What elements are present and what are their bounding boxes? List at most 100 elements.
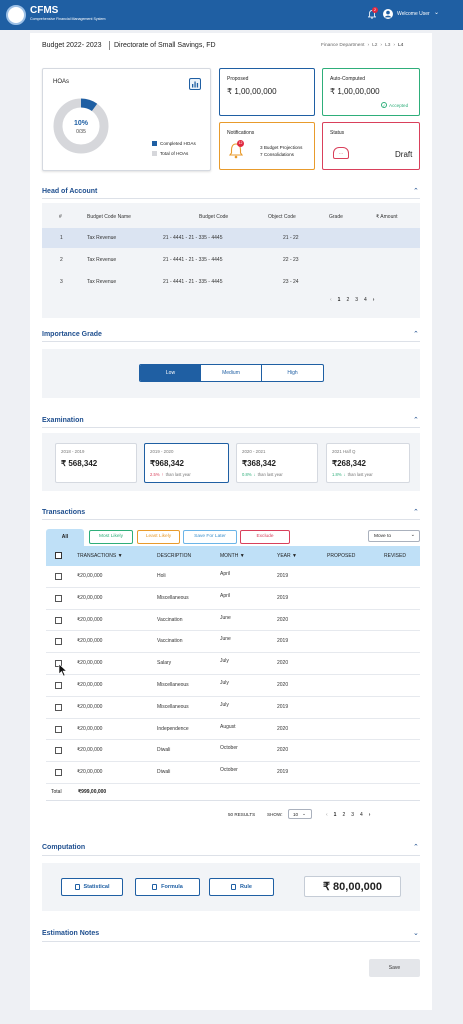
row-checkbox[interactable]	[55, 747, 62, 755]
filter-icon[interactable]: ▼	[292, 553, 297, 559]
page-number[interactable]: 2	[346, 297, 349, 303]
page-number[interactable]: 1	[338, 297, 341, 303]
table-row[interactable]: ₹20,00,000 Miscellaneous July 2020	[46, 675, 420, 697]
tab-most-likely[interactable]: Most Likely	[89, 530, 133, 544]
breadcrumb: Finance Department › L2 › L3 › L4	[321, 43, 404, 48]
chevron-down-icon: ⌄	[302, 811, 306, 816]
chevron-up-icon[interactable]: ⌃	[413, 187, 419, 195]
exam-card[interactable]: 2021 Half Q ₹268,342 1.8% ↓ than last ye…	[326, 443, 410, 483]
chevron-up-icon[interactable]: ⌃	[413, 843, 419, 851]
chevron-up-icon[interactable]: ⌃	[413, 416, 419, 424]
table-row[interactable]: ₹20,00,000 Diwali October 2020	[46, 740, 420, 763]
chevron-up-icon[interactable]: ⌃	[413, 508, 419, 516]
estimation-notes-title: Estimation Notes	[42, 930, 100, 937]
transaction-amount: ₹20,00,000	[77, 682, 103, 688]
page-number[interactable]: 4	[360, 812, 363, 818]
table-row[interactable]: ₹20,00,000 Diwali October 2019	[46, 762, 420, 784]
tab-exclude[interactable]: Exclude	[240, 530, 290, 544]
transaction-month: July	[220, 658, 229, 665]
tab-all[interactable]: All	[46, 529, 84, 546]
proposed-card[interactable]: Proposed ₹ 1,00,00,000	[219, 68, 315, 116]
chart-icon[interactable]	[189, 78, 201, 90]
next-page-icon[interactable]: ›	[373, 297, 375, 303]
breadcrumb-item[interactable]: Finance Department	[321, 43, 364, 48]
rule-button[interactable]: Rule	[209, 878, 274, 896]
page-number[interactable]: 1	[334, 812, 337, 818]
transaction-month: June	[220, 636, 231, 643]
tab-save-for-later[interactable]: Save For Later	[183, 530, 237, 544]
exam-card[interactable]: 2020 - 2021 ₹368,342 0.8% ↓ than last ye…	[236, 443, 318, 483]
formula-button[interactable]: Formula	[135, 878, 200, 896]
filter-icon[interactable]: ▼	[118, 553, 123, 559]
transaction-description: Holi	[157, 573, 166, 579]
transaction-month: August	[220, 723, 236, 730]
tab-least-likely[interactable]: Least Likely	[137, 530, 180, 544]
grade-low-button[interactable]: Low	[140, 365, 201, 381]
page-number[interactable]: 3	[355, 297, 358, 303]
col-year[interactable]: YEAR ▼	[277, 553, 297, 559]
notifications-card[interactable]: Notifications 12 3 Budget Projections 7 …	[219, 122, 315, 170]
grade-high-button[interactable]: High	[262, 365, 323, 381]
filter-icon[interactable]: ▼	[240, 553, 245, 559]
page-number[interactable]: 2	[342, 812, 345, 818]
breadcrumb-item[interactable]: L3	[385, 43, 390, 48]
row-checkbox[interactable]	[55, 616, 62, 624]
auto-computed-value: ₹ 1,00,00,000	[330, 87, 380, 96]
row-checkbox[interactable]	[55, 638, 62, 646]
grade-medium-button[interactable]: Medium	[201, 365, 262, 381]
table-row[interactable]: ₹20,00,000 Holi April 2019	[46, 566, 420, 588]
status-card[interactable]: Status … Draft	[322, 122, 420, 170]
save-button[interactable]: Save	[369, 959, 420, 977]
chevron-down-icon[interactable]: ⌄	[413, 929, 419, 937]
page-number[interactable]: 4	[364, 297, 367, 303]
table-row[interactable]: 1 Tax Revenue 21 - 4441 - 21 - 335 - 444…	[42, 228, 420, 248]
table-row[interactable]: ₹20,00,000 Independence August 2020	[46, 719, 420, 741]
table-row[interactable]: ₹20,00,000 Miscellaneous July 2019	[46, 697, 420, 719]
row-checkbox[interactable]	[55, 682, 62, 689]
table-row[interactable]: ₹20,00,000 Miscellaneous April 2019	[46, 588, 420, 610]
next-page-icon[interactable]: ›	[369, 812, 371, 818]
table-row[interactable]: ₹20,00,000 Vaccination June 2019	[46, 631, 420, 654]
transaction-description: Diwali	[157, 769, 171, 776]
exam-card-selected[interactable]: 2019 - 2020 ₹968,342 2.5% ↑ than last ye…	[144, 443, 229, 483]
calculator-icon	[152, 884, 158, 890]
prev-page-icon[interactable]: ‹	[326, 812, 328, 818]
select-all-checkbox[interactable]	[55, 552, 62, 559]
row-checkbox[interactable]	[55, 573, 62, 580]
transaction-month: April	[220, 592, 231, 599]
prev-page-icon[interactable]: ‹	[330, 297, 332, 303]
table-row[interactable]: 2 Tax Revenue 21 - 4441 - 21 - 335 - 444…	[42, 250, 420, 270]
row-checkbox[interactable]	[55, 769, 62, 777]
legend-swatch	[152, 141, 157, 146]
row-checkbox[interactable]	[55, 725, 62, 733]
auto-computed-card[interactable]: Auto-Computed ₹ 1,00,00,000 ✓ Accepted	[322, 68, 420, 116]
chevron-down-icon[interactable]: ⌄	[434, 9, 439, 16]
col-month[interactable]: MONTH ▼	[220, 553, 245, 559]
transaction-amount: ₹20,00,000	[77, 725, 103, 732]
show-label: SHOW:	[267, 812, 283, 817]
transaction-year: 2019	[277, 769, 289, 776]
transaction-amount: ₹20,00,000	[77, 638, 103, 645]
table-row[interactable]: 3 Tax Revenue 21 - 4441 - 21 - 335 - 444…	[42, 273, 420, 293]
welcome-user[interactable]: Welcome User	[397, 11, 430, 17]
user-avatar-icon[interactable]	[383, 9, 393, 19]
statistical-button[interactable]: Statistical	[61, 878, 123, 896]
row-checkbox[interactable]	[55, 703, 62, 711]
transaction-year: 2019	[277, 594, 289, 601]
examination-title: Examination	[42, 417, 84, 424]
breadcrumb-item[interactable]: L2	[372, 43, 377, 48]
table-row[interactable]: ₹20,00,000 Vaccination June 2020	[46, 610, 420, 632]
row-checkbox[interactable]	[55, 594, 62, 602]
hoas-percent: 10%	[73, 120, 88, 127]
table-row[interactable]: ₹20,00,000 Salary July 2020	[46, 653, 420, 675]
app-logo[interactable]	[6, 5, 26, 25]
col-transactions[interactable]: TRANSACTIONS ▼	[77, 553, 123, 559]
move-to-select[interactable]: Move to ⌄	[368, 530, 420, 542]
divider	[46, 800, 420, 801]
page-size-select[interactable]: 10 ⌄	[288, 809, 312, 819]
exam-card[interactable]: 2018 - 2019 ₹ 568,342	[55, 443, 137, 483]
chevron-up-icon[interactable]: ⌃	[413, 330, 419, 338]
divider	[42, 198, 420, 199]
notifications-line2: 7 Consolidations	[260, 152, 294, 157]
page-number[interactable]: 3	[351, 812, 354, 818]
